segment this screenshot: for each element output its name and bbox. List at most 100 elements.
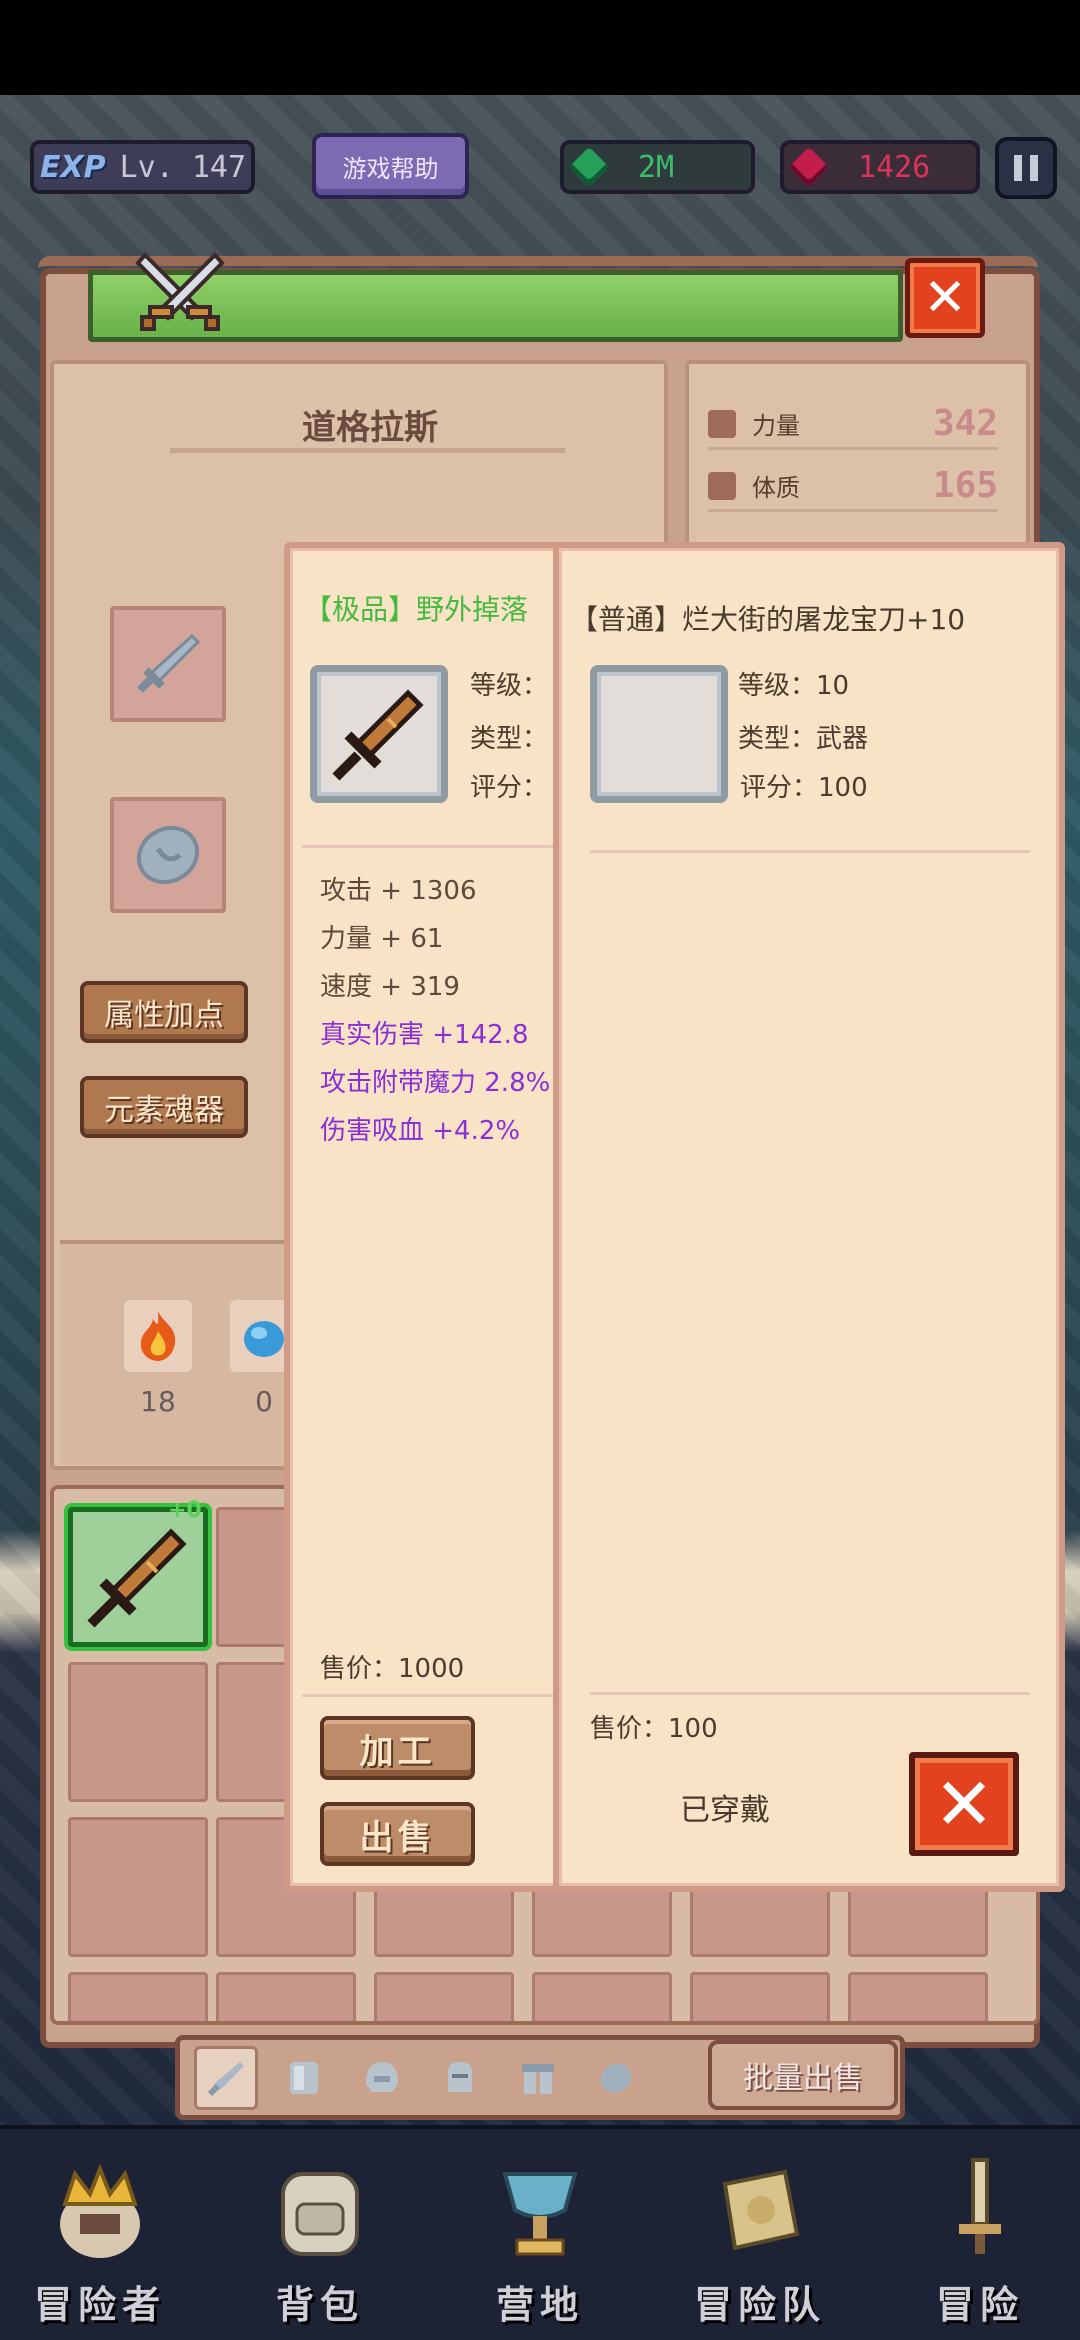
sell-button[interactable]: 出售: [320, 1802, 475, 1866]
game-help-button[interactable]: 游戏帮助: [312, 133, 469, 199]
gem-value: 2M: [638, 149, 675, 185]
nav-adventurer[interactable]: 冒险者: [0, 2129, 200, 2329]
attribute-points-button[interactable]: 属性加点: [80, 981, 248, 1043]
inventory-slot[interactable]: [532, 1972, 672, 2021]
stat-value: 165: [932, 465, 998, 506]
item-level-label: 等级：: [470, 671, 549, 701]
tab-head[interactable]: [428, 2046, 492, 2110]
item-bonus-line: 真实伤害 +142.8: [320, 1020, 529, 1050]
inventory-slot[interactable]: [848, 1972, 988, 2021]
pause-button[interactable]: [995, 137, 1057, 199]
equipped-item-price: 售价：100: [590, 1714, 718, 1744]
item-stat-line: 力量 + 61: [320, 924, 444, 954]
fire-element-count: 18: [140, 1385, 176, 1418]
equipped-status: 已穿戴: [680, 1793, 770, 1828]
nav-label: 营地: [495, 2283, 584, 2327]
tab-helmet[interactable]: [350, 2046, 414, 2110]
heart-icon: [708, 471, 736, 500]
fire-element-slot[interactable]: [124, 1300, 192, 1372]
tab-armor[interactable]: [272, 2046, 336, 2110]
item-stat-line: 速度 + 319: [320, 972, 460, 1002]
stat-row-strength: 力量 342: [708, 400, 998, 450]
close-icon: ✕: [933, 1762, 995, 1846]
equipped-item-level: 等级：10: [738, 671, 850, 701]
inventory-slot[interactable]: [216, 1972, 356, 2021]
ruby-icon: [788, 146, 830, 188]
inventory-slot[interactable]: [68, 1662, 208, 1802]
shield-icon: [136, 825, 200, 885]
backpack-icon: [281, 2172, 359, 2256]
batch-sell-button[interactable]: 批量出售: [708, 2040, 898, 2110]
sword-icon: [207, 2061, 244, 2096]
level-display: EXP Lv. 147: [30, 140, 255, 194]
fire-element-icon: [140, 1311, 176, 1361]
item-stat-line: 攻击 + 1306: [320, 876, 477, 906]
ruby-currency: 1426: [780, 140, 980, 194]
pause-icon: [1030, 155, 1038, 181]
stat-value: 342: [932, 403, 998, 444]
gem-currency: 2M: [560, 140, 755, 194]
nav-label: 冒险队: [693, 2283, 826, 2327]
element-soul-button[interactable]: 元素魂器: [80, 1076, 248, 1138]
knight-helm-icon: [448, 2061, 472, 2092]
divider: [302, 1694, 557, 1697]
nav-label: 冒险者: [33, 2283, 166, 2327]
item-bonus-line: 伤害吸血 +4.2%: [320, 1116, 521, 1146]
character-name: 道格拉斯: [302, 408, 438, 448]
tab-weapons[interactable]: [194, 2045, 258, 2110]
exp-badge: EXP: [40, 149, 106, 185]
helmet-icon: [366, 2061, 398, 2092]
water-element-icon: [244, 1321, 284, 1357]
stat-label: 体质: [752, 474, 800, 502]
item-type-label: 类型：: [470, 724, 549, 754]
divider: [302, 845, 557, 848]
enhance-level-badge: +0: [168, 1498, 202, 1523]
bronze-sword-icon: [332, 689, 424, 781]
item-price: 售价：1000: [320, 1654, 465, 1684]
nav-label: 背包: [275, 2283, 364, 2327]
inventory-item-sword[interactable]: [68, 1507, 208, 1647]
adventure-sword-icon: [959, 2158, 1001, 2254]
window-close-button[interactable]: ✕: [905, 258, 985, 338]
bottom-navigation: 冒险者 背包 营地 冒险队 冒险: [0, 2125, 1080, 2340]
tab-legs[interactable]: [506, 2046, 570, 2110]
shield-slot[interactable]: [110, 797, 226, 913]
inventory-slot[interactable]: [68, 1972, 208, 2021]
adventurer-crown-icon: [60, 2163, 140, 2258]
item-bonus-line: 攻击附带魔力 2.8%: [320, 1068, 551, 1098]
equipped-item-title: 【普通】烂大街的屠龙宝刀+10: [570, 603, 966, 636]
nav-label: 冒险: [935, 2283, 1024, 2327]
divider: [590, 850, 1030, 853]
pause-icon: [1014, 155, 1022, 181]
nav-team[interactable]: 冒险队: [660, 2129, 860, 2329]
sword-icon: [137, 633, 201, 693]
nav-backpack[interactable]: 背包: [220, 2129, 420, 2329]
shield-icon: [600, 2062, 632, 2093]
stats-panel: [685, 360, 1030, 560]
weapon-slot[interactable]: [110, 606, 226, 722]
inventory-slot[interactable]: [690, 1972, 830, 2021]
close-icon: ✕: [923, 268, 967, 328]
divider: [590, 1692, 1030, 1695]
nav-camp[interactable]: 营地: [440, 2129, 640, 2329]
inventory-slot[interactable]: [68, 1817, 208, 1957]
name-underline: [170, 448, 565, 453]
popup-close-button[interactable]: ✕: [909, 1752, 1019, 1856]
emerald-icon: [568, 146, 610, 188]
stat-label: 力量: [752, 412, 800, 440]
inventory-slot[interactable]: [374, 1972, 514, 2021]
equipped-item-score: 评分：100: [740, 773, 868, 803]
level-text: Lv. 147: [119, 149, 247, 185]
bronze-sword-icon: [87, 1528, 187, 1628]
camp-trophy-icon: [502, 2172, 578, 2256]
item-score-label: 评分：: [470, 773, 549, 803]
tab-shield[interactable]: [584, 2046, 648, 2110]
armor-icon: [290, 2061, 318, 2094]
nav-adventure[interactable]: 冒险: [880, 2129, 1080, 2329]
ruby-value: 1426: [858, 149, 931, 185]
item-rarity-title: 【极品】野外掉落: [304, 593, 529, 626]
item-preview-frame: [310, 665, 448, 803]
craft-button[interactable]: 加工: [320, 1716, 475, 1780]
equipped-item-frame: [590, 665, 728, 803]
crossed-swords-icon: [135, 252, 225, 331]
